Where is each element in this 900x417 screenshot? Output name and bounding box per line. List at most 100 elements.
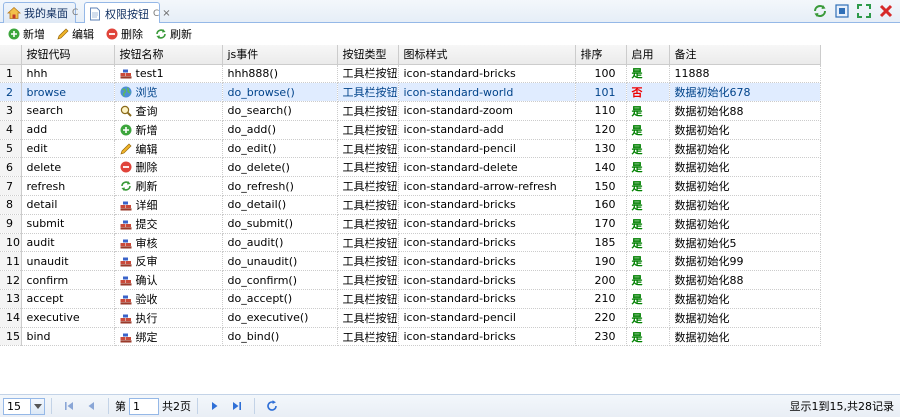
enabled-flag: 是 xyxy=(631,142,643,156)
table-row[interactable]: 13 accept 验收 do_accept() 工具栏按钮 icon-standard-… xyxy=(0,289,821,309)
delete-button[interactable]: 删除 xyxy=(104,25,145,43)
table-row[interactable]: 3 search 查询 do_search() 工具栏按钮 icon-standard-z… xyxy=(0,101,821,121)
table-row[interactable]: 15 bind 绑定 do_bind() 工具栏按钮 icon-standard-bric… xyxy=(0,327,821,347)
table-row[interactable]: 10 audit 审核 do_audit() 工具栏按钮 icon-standard-br… xyxy=(0,233,821,253)
bricks-icon xyxy=(120,331,132,343)
cell-order: 210 xyxy=(575,289,627,309)
column-header-remark[interactable]: 备注 xyxy=(669,45,821,65)
tab-my-desktop[interactable]: 我的桌面 C xyxy=(3,2,78,23)
cell-icon-style: icon-standard-delete xyxy=(398,157,576,178)
cell-js-event: do_detail() xyxy=(222,195,338,215)
tab-permission-buttons[interactable]: 权限按钮 C × xyxy=(84,2,171,24)
reload-icon[interactable] xyxy=(265,399,279,413)
page-size-select[interactable]: 15 xyxy=(3,397,45,415)
tab-refresh-icon[interactable]: C xyxy=(153,9,159,19)
cell-name: 浏览 xyxy=(114,82,223,103)
cell-type: 工具栏按钮 xyxy=(337,233,399,253)
add-button[interactable]: 新增 xyxy=(6,25,47,43)
cell-code: detail xyxy=(21,195,115,215)
cell-remark: 数据初始化 xyxy=(669,308,821,328)
pager-separator xyxy=(51,398,52,414)
close-icon[interactable] xyxy=(878,3,894,19)
refresh-icon[interactable] xyxy=(812,3,828,19)
header-label: 按钮代码 xyxy=(26,48,71,62)
header-label: 备注 xyxy=(674,48,697,62)
cell-remark: 数据初始化 xyxy=(669,139,821,159)
cell-order: 130 xyxy=(575,139,627,159)
tab-strip: 我的桌面 C 权限按钮 C × xyxy=(0,0,900,24)
cell-remark: 数据初始化 xyxy=(669,289,821,309)
page-number-input[interactable]: 1 xyxy=(129,397,159,415)
row-number: 10 xyxy=(0,233,22,253)
table-row[interactable]: 7 refresh 刷新 do_refresh() 工具栏按钮 icon-standard… xyxy=(0,176,821,197)
cell-order: 160 xyxy=(575,195,627,215)
enabled-flag: 是 xyxy=(631,104,643,118)
cell-code: unaudit xyxy=(21,251,115,272)
cell-type: 工具栏按钮 xyxy=(337,120,399,140)
cell-remark: 数据初始化 xyxy=(669,176,821,197)
cell-name: 验收 xyxy=(114,289,223,309)
next-page-icon[interactable] xyxy=(208,399,222,413)
first-page-icon[interactable] xyxy=(62,399,76,413)
column-header-js-event[interactable]: js事件 xyxy=(222,45,338,65)
cell-code: audit xyxy=(21,233,115,253)
column-header-order[interactable]: 排序 xyxy=(575,45,627,65)
column-header-enabled[interactable]: 启用 xyxy=(626,45,670,65)
cell-name: 确认 xyxy=(114,270,223,291)
column-header-icon-style[interactable]: 图标样式 xyxy=(398,45,576,65)
cell-name-label: 验收 xyxy=(135,292,158,306)
cell-code: search xyxy=(21,101,115,121)
cell-remark: 数据初始化 xyxy=(669,327,821,347)
table-row[interactable]: 4 add 新增 do_add() 工具栏按钮 icon-standard-add 120 是… xyxy=(0,120,821,140)
cell-code: browse xyxy=(21,82,115,103)
cell-name: 详细 xyxy=(114,195,223,215)
cell-type: 工具栏按钮 xyxy=(337,101,399,121)
row-number: 13 xyxy=(0,289,22,309)
last-page-icon[interactable] xyxy=(230,399,244,413)
bricks-icon xyxy=(120,312,132,324)
tab-close-icon[interactable]: × xyxy=(162,8,170,19)
row-number: 7 xyxy=(0,176,22,197)
maximize-icon[interactable] xyxy=(856,3,872,19)
header-label: 按钮类型 xyxy=(342,48,387,62)
edit-button[interactable]: 编辑 xyxy=(55,25,96,43)
column-header-code[interactable]: 按钮代码 xyxy=(21,45,115,65)
cell-name: 新增 xyxy=(114,120,223,140)
bricks-icon xyxy=(120,274,132,286)
cell-js-event: do_executive() xyxy=(222,308,338,328)
enabled-flag: 是 xyxy=(631,67,643,81)
cell-icon-style: icon-standard-arrow-refresh xyxy=(398,176,576,197)
table-row[interactable]: 8 detail 详细 do_detail() 工具栏按钮 icon-standard-b… xyxy=(0,195,821,215)
column-header-name[interactable]: 按钮名称 xyxy=(114,45,223,65)
cell-type: 工具栏按钮 xyxy=(337,327,399,347)
bricks-icon xyxy=(120,199,132,211)
pagination-bar: 15 第 1 共2页 显示1到15,共28记录 xyxy=(0,394,900,417)
enabled-flag: 是 xyxy=(631,311,643,325)
table-row[interactable]: 2 browse 浏览 do_browse() 工具栏按钮 icon-standard-w… xyxy=(0,82,821,103)
tab-refresh-icon[interactable]: C xyxy=(72,8,78,18)
table-row[interactable]: 1 hhh test1 hhh888() 工具栏按钮 icon-standard-bric… xyxy=(0,64,821,84)
cell-enabled: 是 xyxy=(626,214,670,234)
cell-order: 185 xyxy=(575,233,627,253)
cell-order: 230 xyxy=(575,327,627,347)
table-row[interactable]: 5 edit 编辑 do_edit() 工具栏按钮 icon-standard-penci… xyxy=(0,139,821,159)
table-row[interactable]: 9 submit 提交 do_submit() 工具栏按钮 icon-standard-b… xyxy=(0,214,821,234)
cell-icon-style: icon-standard-world xyxy=(398,82,576,103)
cell-enabled: 是 xyxy=(626,64,670,84)
table-row[interactable]: 12 confirm 确认 do_confirm() 工具栏按钮 icon-standar… xyxy=(0,270,821,291)
header-label: 启用 xyxy=(631,48,654,62)
bricks-icon xyxy=(120,255,132,267)
grid-header-row: 按钮代码 按钮名称 js事件 按钮类型 图标样式 排序 启用 备注 xyxy=(0,45,821,65)
table-row[interactable]: 14 executive 执行 do_executive() 工具栏按钮 icon-sta… xyxy=(0,308,821,328)
column-header-type[interactable]: 按钮类型 xyxy=(337,45,399,65)
pager-separator xyxy=(197,398,198,414)
cell-name: 编辑 xyxy=(114,139,223,159)
refresh-button[interactable]: 刷新 xyxy=(153,25,194,43)
table-row[interactable]: 11 unaudit 反审 do_unaudit() 工具栏按钮 icon-standar… xyxy=(0,251,821,272)
cell-name-label: 审核 xyxy=(135,236,158,250)
fullscreen-icon[interactable] xyxy=(834,3,850,19)
cell-name: 绑定 xyxy=(114,327,223,347)
prev-page-icon[interactable] xyxy=(84,399,98,413)
document-icon xyxy=(88,7,102,21)
table-row[interactable]: 6 delete 删除 do_delete() 工具栏按钮 icon-standard-d… xyxy=(0,157,821,178)
